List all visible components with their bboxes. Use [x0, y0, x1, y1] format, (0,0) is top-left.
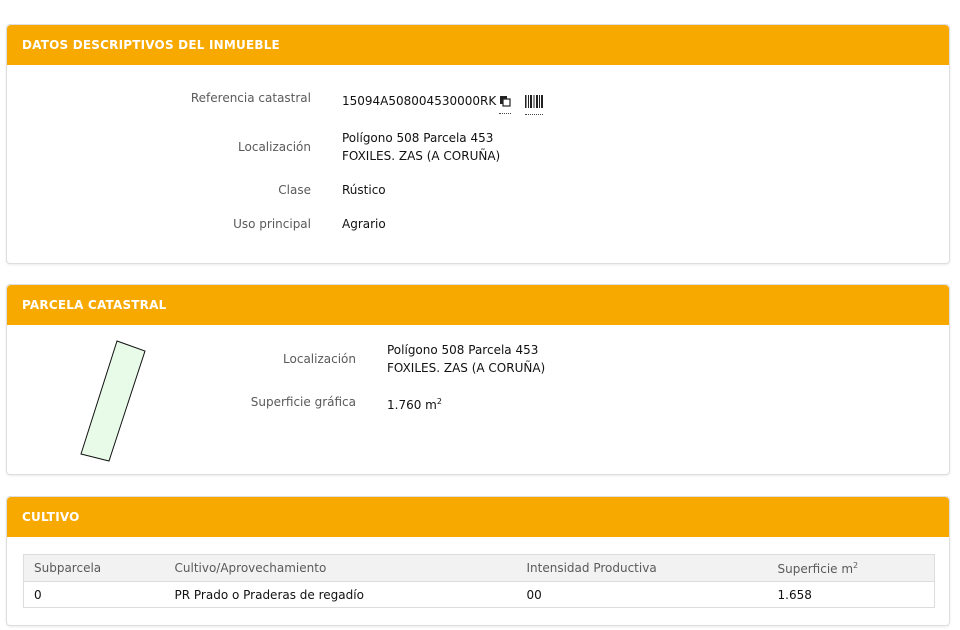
superficie-grafica-value: 1.760 m2: [387, 393, 442, 414]
ref-catastral-value-row: 15094A508004530000RK: [342, 92, 544, 115]
clase-label: Clase: [278, 183, 311, 197]
cell-subparcela: 0: [34, 587, 42, 602]
parcela-localizacion-line1: Polígono 508 Parcela 453: [387, 343, 539, 357]
localizacion-line2: FOXILES. ZAS (A CORUÑA): [342, 149, 501, 163]
uso-principal-label: Uso principal: [233, 217, 311, 231]
parcela-panel: PARCELA CATASTRAL Localización Polígono …: [6, 284, 950, 475]
cultivo-table: Subparcela Cultivo/Aprovechamiento Inten…: [23, 554, 935, 608]
inmueble-panel-title: DATOS DESCRIPTIVOS DEL INMUEBLE: [7, 25, 949, 65]
parcela-localizacion-label: Localización: [283, 352, 356, 366]
cultivo-table-header: Subparcela Cultivo/Aprovechamiento Inten…: [23, 554, 935, 582]
col-subparcela: Subparcela: [23, 554, 165, 582]
superficie-grafica-label: Superficie gráfica: [250, 395, 356, 409]
cell-intensidad: 00: [526, 587, 542, 602]
col-intensidad: Intensidad Productiva: [516, 554, 768, 582]
clase-value: Rústico: [342, 183, 386, 197]
parcela-panel-title: PARCELA CATASTRAL: [7, 285, 949, 325]
col-cultivo: Cultivo/Aprovechamiento: [164, 554, 517, 582]
localizacion-label: Localización: [238, 140, 311, 154]
superficie-grafica-number: 1.760 m: [387, 398, 437, 412]
localizacion-line1: Polígono 508 Parcela 453: [342, 131, 494, 145]
table-row: 0 PR Prado o Praderas de regadío 00 1.65…: [24, 582, 935, 608]
ref-catastral-label: Referencia catastral: [190, 91, 311, 105]
cell-cultivo: PR Prado o Praderas de regadío: [174, 587, 364, 602]
parcel-shape[interactable]: [77, 335, 157, 465]
cell-superficie: 1.658: [777, 587, 812, 602]
uso-principal-value: Agrario: [342, 217, 386, 231]
cultivo-panel-title: CULTIVO: [7, 497, 949, 537]
barcode-icon[interactable]: [525, 95, 544, 115]
ref-catastral-value: 15094A508004530000RK: [342, 94, 497, 108]
col-superficie-exp: 2: [853, 560, 859, 570]
cultivo-panel: CULTIVO Subparcela Cultivo/Aprovechamien…: [6, 496, 950, 626]
copy-icon[interactable]: [499, 94, 512, 114]
parcela-localizacion-line2: FOXILES. ZAS (A CORUÑA): [387, 361, 546, 375]
inmueble-panel: DATOS DESCRIPTIVOS DEL INMUEBLE Referenc…: [6, 24, 950, 264]
col-superficie-label: Superficie m: [777, 561, 854, 576]
localizacion-value: Polígono 508 Parcela 453 FOXILES. ZAS (A…: [342, 129, 500, 165]
parcela-localizacion-value: Polígono 508 Parcela 453 FOXILES. ZAS (A…: [387, 341, 545, 377]
col-superficie: Superficie m2: [767, 554, 935, 582]
superficie-grafica-exp: 2: [436, 397, 442, 406]
